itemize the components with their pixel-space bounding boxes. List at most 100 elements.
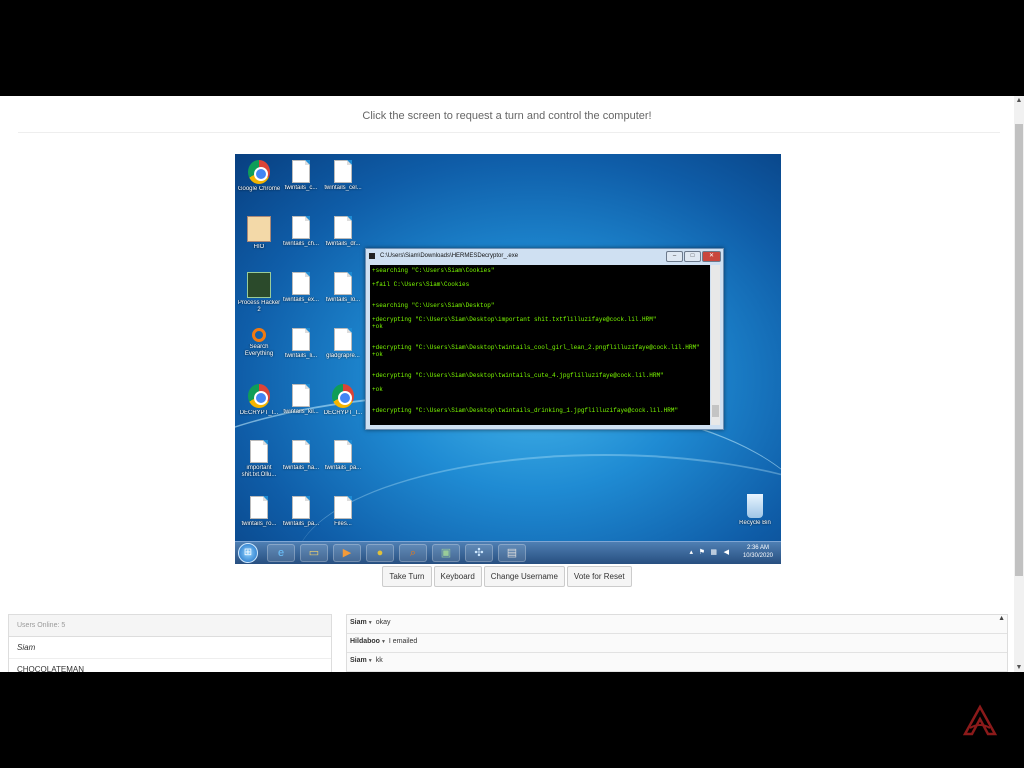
search-everything-icon[interactable]: ⌕ — [399, 544, 427, 562]
desktop-icon[interactable]: Search Everything — [237, 324, 281, 378]
desktop-icon[interactable]: twintails_pa... — [321, 436, 365, 490]
process-hacker-icon — [247, 272, 271, 298]
scroll-thumb[interactable] — [712, 405, 719, 417]
caret-icon: ▼ — [367, 658, 373, 664]
page-scrollbar[interactable]: ▲ ▼ — [1014, 96, 1024, 672]
close-icon[interactable]: ✕ — [702, 251, 721, 262]
desktop-icon[interactable]: important shit.txt.Ollu... — [237, 436, 281, 490]
chrome-icon[interactable]: ● — [366, 544, 394, 562]
desktop-icon-label: twintails_ha... — [282, 465, 320, 471]
users-header: Users Online: 5 — [9, 615, 331, 637]
network-tray-icon[interactable]: ▦ — [710, 548, 717, 556]
keyboard-button[interactable]: Keyboard — [433, 566, 482, 587]
desktop-icon[interactable]: twintails_ex... — [279, 268, 323, 322]
desktop-icon[interactable]: Google Chrome — [237, 156, 281, 210]
document-icon — [292, 160, 310, 183]
chat-text: I emailed — [388, 638, 418, 645]
media-player-icon[interactable]: ▶ — [333, 544, 361, 562]
chat-scroll-up-icon[interactable]: ▲ — [998, 615, 1005, 622]
desktop-icon[interactable]: twintails_cel... — [321, 156, 365, 210]
desktop-icon[interactable]: twintails_ch... — [279, 212, 323, 266]
process-hacker-icon[interactable]: ▣ — [432, 544, 460, 562]
vote-reset-button[interactable]: Vote for Reset — [566, 566, 632, 587]
cmd-icon — [369, 253, 375, 259]
desktop-icon[interactable]: Files... — [321, 492, 365, 546]
recycle-bin-icon — [747, 494, 763, 518]
console-line: +searching "C:\Users\Siam\Cookies" — [372, 267, 495, 274]
start-button[interactable]: ⊞ — [238, 543, 258, 563]
cmd-title: C:\Users\Siam\Downloads\HERMESDecryptor_… — [380, 253, 519, 259]
document-icon — [292, 328, 310, 351]
console-line: +decrypting "C:\Users\Siam\Desktop\twint… — [372, 407, 679, 414]
desktop-icon[interactable]: twintails_kil... — [279, 380, 323, 434]
minimize-icon[interactable]: – — [666, 251, 683, 262]
desktop-icon[interactable]: DECRYPT_I... — [321, 380, 365, 434]
desktop-icon[interactable]: twintails_lo... — [321, 268, 365, 322]
console-line: +searching "C:\Users\Siam\Desktop" — [372, 302, 495, 309]
take-turn-button[interactable]: Take Turn — [382, 566, 432, 587]
desktop-icon[interactable]: Process Hacker 2 — [237, 268, 281, 322]
maximize-icon[interactable]: □ — [684, 251, 701, 262]
desktop-icon[interactable]: twintails_pa... — [279, 492, 323, 546]
caret-icon: ▼ — [367, 620, 373, 626]
desktop-icon[interactable]: twintails_ha... — [279, 436, 323, 490]
folder-icon[interactable]: ▭ — [300, 544, 328, 562]
desktop-icon-label: twintails_ch... — [282, 241, 319, 247]
change-username-button[interactable]: Change Username — [483, 566, 565, 587]
desktop-icon-label: gladgrapre... — [326, 353, 360, 359]
desktop-icon[interactable]: DECRYPT_I... — [237, 380, 281, 434]
instruction-text: Click the screen to request a turn and c… — [362, 110, 652, 122]
clock-time: 2:36 AM — [746, 545, 769, 551]
chat-user[interactable]: Siam — [350, 619, 367, 626]
document-icon — [292, 384, 310, 407]
desktop-icon[interactable]: twintails_li... — [279, 324, 323, 378]
desktop-icon[interactable]: twintails_ro... — [237, 492, 281, 546]
document-icon — [334, 272, 352, 295]
internet-explorer-icon[interactable]: e — [267, 544, 295, 562]
desktop-icon[interactable]: twintails_dr... — [321, 212, 365, 266]
desktop-icon[interactable]: gladgrapre... — [321, 324, 365, 378]
desktop-icon-label: HIO — [253, 244, 265, 250]
flag-icon[interactable]: ⚑ — [699, 548, 705, 556]
chat-user[interactable]: Hildaboo — [350, 638, 380, 645]
document-icon — [334, 496, 352, 519]
desktop-icon-label: Process Hacker 2 — [237, 300, 281, 313]
divider — [18, 132, 1000, 133]
page-scroll-thumb[interactable] — [1015, 124, 1023, 576]
console-line: +decrypting "C:\Users\Siam\Desktop\impor… — [372, 316, 657, 323]
desktop-icon[interactable]: HIO — [237, 212, 281, 266]
network-icon[interactable]: ✣ — [465, 544, 493, 562]
desktop-icon-label: twintails_ex... — [282, 297, 319, 303]
chat-user[interactable]: Siam — [350, 657, 367, 664]
desktop-icon[interactable]: Recycle Bin — [733, 490, 777, 544]
volume-icon[interactable]: ◀ — [724, 548, 729, 556]
cmd-window[interactable]: C:\Users\Siam\Downloads\HERMESDecryptor_… — [365, 248, 724, 430]
cmd-titlebar[interactable]: C:\Users\Siam\Downloads\HERMESDecryptor_… — [366, 249, 723, 263]
tray-arrow-icon[interactable]: ▴ — [689, 548, 693, 556]
console-line: +ok — [372, 386, 383, 393]
document-icon — [334, 440, 352, 463]
clock[interactable]: 2:36 AM 10/30/2020 — [743, 544, 773, 562]
desktop-icon-label: Recycle Bin — [739, 520, 771, 526]
scroll-down-icon[interactable]: ▼ — [1014, 663, 1024, 672]
cmd-icon[interactable]: ▤ — [498, 544, 526, 562]
scroll-up-icon[interactable]: ▲ — [1014, 96, 1024, 105]
desktop-icon[interactable]: twintails_c... — [279, 156, 323, 210]
console-scrollbar[interactable] — [711, 265, 720, 425]
desktop-icon-label: Search Everything — [244, 344, 274, 357]
desktop-icon-label: Google Chrome — [237, 186, 281, 192]
desktop-icon-label: twintails_li... — [284, 353, 318, 359]
search-everything-icon — [252, 328, 266, 342]
remote-screen[interactable]: Google Chrome twintails_c... twintails_cel… — [235, 154, 781, 564]
desktop-icon-label: twintails_lo... — [325, 297, 361, 303]
page: Click the screen to request a turn and c… — [0, 96, 1024, 672]
image-file-icon — [334, 328, 352, 351]
chrome-icon — [248, 384, 270, 408]
